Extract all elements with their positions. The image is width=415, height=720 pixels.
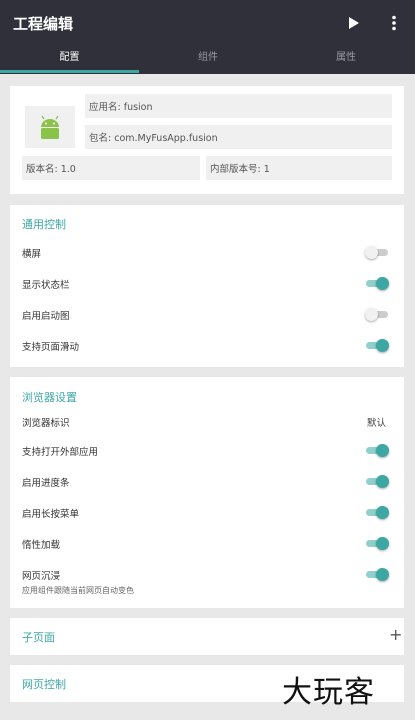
long-press-menu-toggle[interactable]: [366, 506, 389, 519]
show-statusbar-toggle[interactable]: [366, 277, 389, 290]
general-control-card: 通用控制 横屏 显示状态栏 启用启动图 支持页面滑动: [10, 205, 404, 367]
section-title-subpage: 子页面: [22, 631, 55, 644]
progress-bar-toggle[interactable]: [366, 475, 389, 488]
version-code-field[interactable]: 内部版本号: 1: [206, 156, 392, 180]
more-vert-icon[interactable]: [386, 14, 402, 32]
landscape-label: 横屏: [22, 249, 42, 260]
user-agent-value[interactable]: 默认: [367, 415, 386, 429]
subpage-card[interactable]: 子页面 +: [10, 618, 404, 655]
section-title-webcontrol: 网页控制: [22, 678, 66, 691]
page-swipe-toggle[interactable]: [366, 339, 389, 352]
active-tab-indicator: [0, 70, 139, 73]
progress-bar-label: 启用进度条: [22, 478, 70, 489]
play-icon[interactable]: [346, 14, 362, 32]
app-bar: 工程编辑: [0, 0, 415, 46]
tab-properties[interactable]: 属性: [277, 46, 415, 74]
page-swipe-label: 支持页面滑动: [22, 342, 80, 353]
long-press-menu-label: 启用长按菜单: [22, 509, 80, 520]
open-external-label: 支持打开外部应用: [22, 447, 99, 458]
page-title: 工程编辑: [13, 15, 74, 33]
watermark: 大玩客: [282, 675, 375, 710]
tab-components[interactable]: 组件: [139, 46, 277, 74]
app-icon-box[interactable]: [25, 106, 75, 148]
splash-label: 启用启动图: [22, 311, 70, 322]
landscape-toggle[interactable]: [365, 246, 388, 259]
section-title-general: 通用控制: [22, 218, 66, 231]
lazy-load-label: 惰性加载: [22, 540, 61, 551]
project-info-card: 应用名: fusion 包名: com.MyFusApp.fusion 版本名:…: [10, 86, 404, 194]
immersive-toggle[interactable]: [366, 568, 389, 581]
package-name-field[interactable]: 包名: com.MyFusApp.fusion: [85, 125, 392, 149]
immersive-subtitle: 应用组件跟随当前网页自动变色: [22, 586, 134, 595]
app-name-field[interactable]: 应用名: fusion: [85, 94, 392, 118]
browser-settings-card: 浏览器设置 浏览器标识 默认 支持打开外部应用 启用进度条 启用长按菜单 惰性加…: [10, 377, 404, 608]
show-statusbar-label: 显示状态栏: [22, 280, 70, 291]
section-title-browser: 浏览器设置: [22, 391, 77, 404]
plus-icon[interactable]: +: [389, 625, 402, 644]
user-agent-label[interactable]: 浏览器标识: [22, 415, 70, 429]
version-name-field[interactable]: 版本名: 1.0: [22, 156, 200, 180]
open-external-toggle[interactable]: [366, 444, 389, 457]
lazy-load-toggle[interactable]: [366, 537, 389, 550]
immersive-label: 网页沉浸: [22, 571, 61, 582]
android-icon: [41, 115, 59, 139]
splash-toggle[interactable]: [365, 308, 388, 321]
